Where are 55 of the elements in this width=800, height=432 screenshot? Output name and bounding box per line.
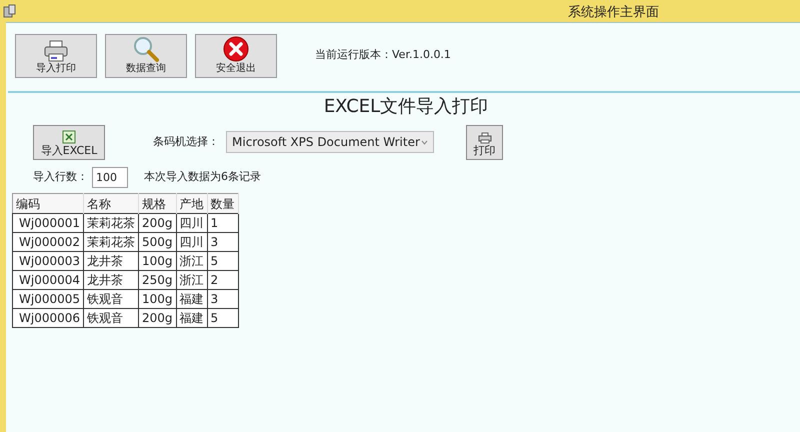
table-cell: Wj000004 — [12, 270, 84, 290]
toolbar-button[interactable]: 安全退出 — [195, 34, 277, 78]
table-cell: 龙井茶 — [84, 270, 139, 290]
table-cell: Wj000005 — [12, 290, 84, 308]
table-cell: 茉莉花茶 — [84, 232, 139, 252]
table-cell: 2 — [207, 270, 238, 290]
rows-label: 导入行数： — [33, 168, 88, 185]
table-cell: 3 — [207, 290, 238, 308]
printer-label: 条码机选择： — [153, 134, 219, 150]
table-cell: 200g — [138, 214, 176, 232]
table-cell: Wj000002 — [12, 232, 84, 252]
table-cell: 250g — [138, 270, 176, 290]
table-cell: Wj000003 — [12, 252, 84, 270]
print-button[interactable]: 打印 — [466, 124, 503, 160]
column-header[interactable]: 编码 — [12, 194, 84, 214]
table-cell: 浙江 — [176, 270, 208, 290]
table-cell: 1 — [207, 214, 238, 232]
window-title: 系统操作主界面 — [568, 4, 659, 22]
table-cell: 龙井茶 — [84, 252, 139, 270]
printer-icon — [478, 132, 492, 144]
table-cell: 500g — [138, 232, 176, 252]
close-icon — [223, 36, 249, 62]
table-cell: 100g — [138, 290, 176, 308]
app-icon — [3, 4, 17, 18]
printer-icon — [43, 40, 69, 62]
table-cell: 200g — [138, 308, 176, 328]
import-status: 本次导入数据为6条记录 — [144, 168, 261, 185]
table-cell: 铁观音 — [84, 290, 139, 308]
magnifier-icon — [133, 36, 159, 62]
import-excel-button[interactable]: 导入EXCEL — [33, 124, 105, 160]
column-header[interactable]: 规格 — [138, 194, 176, 214]
rows-input[interactable]: 100 — [92, 166, 128, 188]
column-header[interactable]: 数量 — [207, 194, 238, 214]
table-cell: 3 — [207, 232, 238, 252]
toolbar-button[interactable]: 数据查询 — [105, 34, 187, 78]
table-cell: Wj000006 — [12, 308, 84, 328]
table-cell: 四川 — [176, 232, 208, 252]
toolbar-button[interactable]: 导入打印 — [15, 34, 97, 78]
table-cell: 四川 — [176, 214, 208, 232]
chevron-down-icon — [421, 140, 428, 144]
printer-dropdown[interactable]: Microsoft XPS Document Writer — [226, 131, 434, 153]
table-cell: 福建 — [176, 308, 208, 328]
table-cell: 浙江 — [176, 252, 208, 270]
spreadsheet-icon — [62, 130, 76, 144]
table-cell: 5 — [207, 252, 238, 270]
table-cell: 铁观音 — [84, 308, 139, 328]
table-cell: 5 — [207, 308, 238, 328]
version-text: 当前运行版本：Ver.1.0.0.1 — [315, 47, 451, 64]
table-cell: 茉莉花茶 — [84, 214, 139, 232]
table-cell: 福建 — [176, 290, 208, 308]
column-header[interactable]: 产地 — [176, 194, 208, 214]
table-cell: Wj000001 — [12, 214, 84, 232]
column-header[interactable]: 名称 — [84, 194, 139, 214]
table-cell: 100g — [138, 252, 176, 270]
page-heading: EXCEL文件导入打印 — [324, 94, 488, 118]
